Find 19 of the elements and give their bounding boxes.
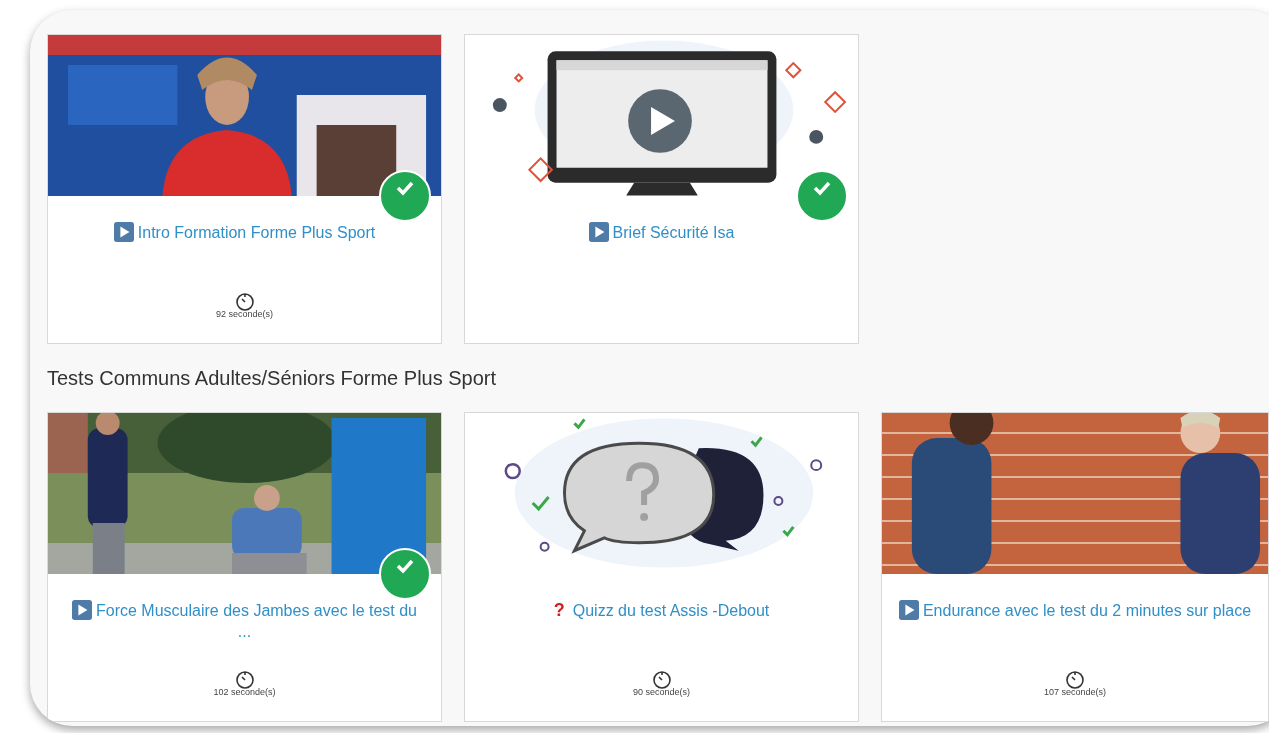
duration-text: 92 seconde(s) — [215, 307, 273, 321]
lesson-link[interactable]: Endurance avec le test du 2 minutes sur place — [898, 600, 1252, 621]
clock-icon — [234, 669, 255, 690]
lesson-link[interactable]: Intro Formation Forme Plus Sport — [113, 222, 376, 243]
play-icon — [588, 222, 609, 242]
clock-icon — [1065, 669, 1085, 690]
duration-text: 107 seconde(s) — [1043, 685, 1106, 699]
play-icon — [898, 600, 919, 620]
duration-text: 102 seconde(s) — [213, 685, 276, 699]
section-heading: Tests Communs Adultes/Séniors Forme Plus Sport — [47, 366, 498, 391]
lesson-link[interactable]: Brief Sécurité Isa — [588, 222, 735, 243]
clock-icon — [651, 669, 672, 690]
play-icon — [72, 600, 92, 620]
lesson-link[interactable]: ? Quizz du test Assis -Debout — [553, 600, 770, 621]
play-icon — [113, 222, 134, 242]
clock-icon — [234, 291, 255, 312]
lesson-link[interactable]: Force Musculaire des Jambes avec le test du ... — [64, 600, 425, 642]
question-mark: ? — [553, 600, 565, 620]
duration-text: 90 seconde(s) — [632, 685, 690, 699]
